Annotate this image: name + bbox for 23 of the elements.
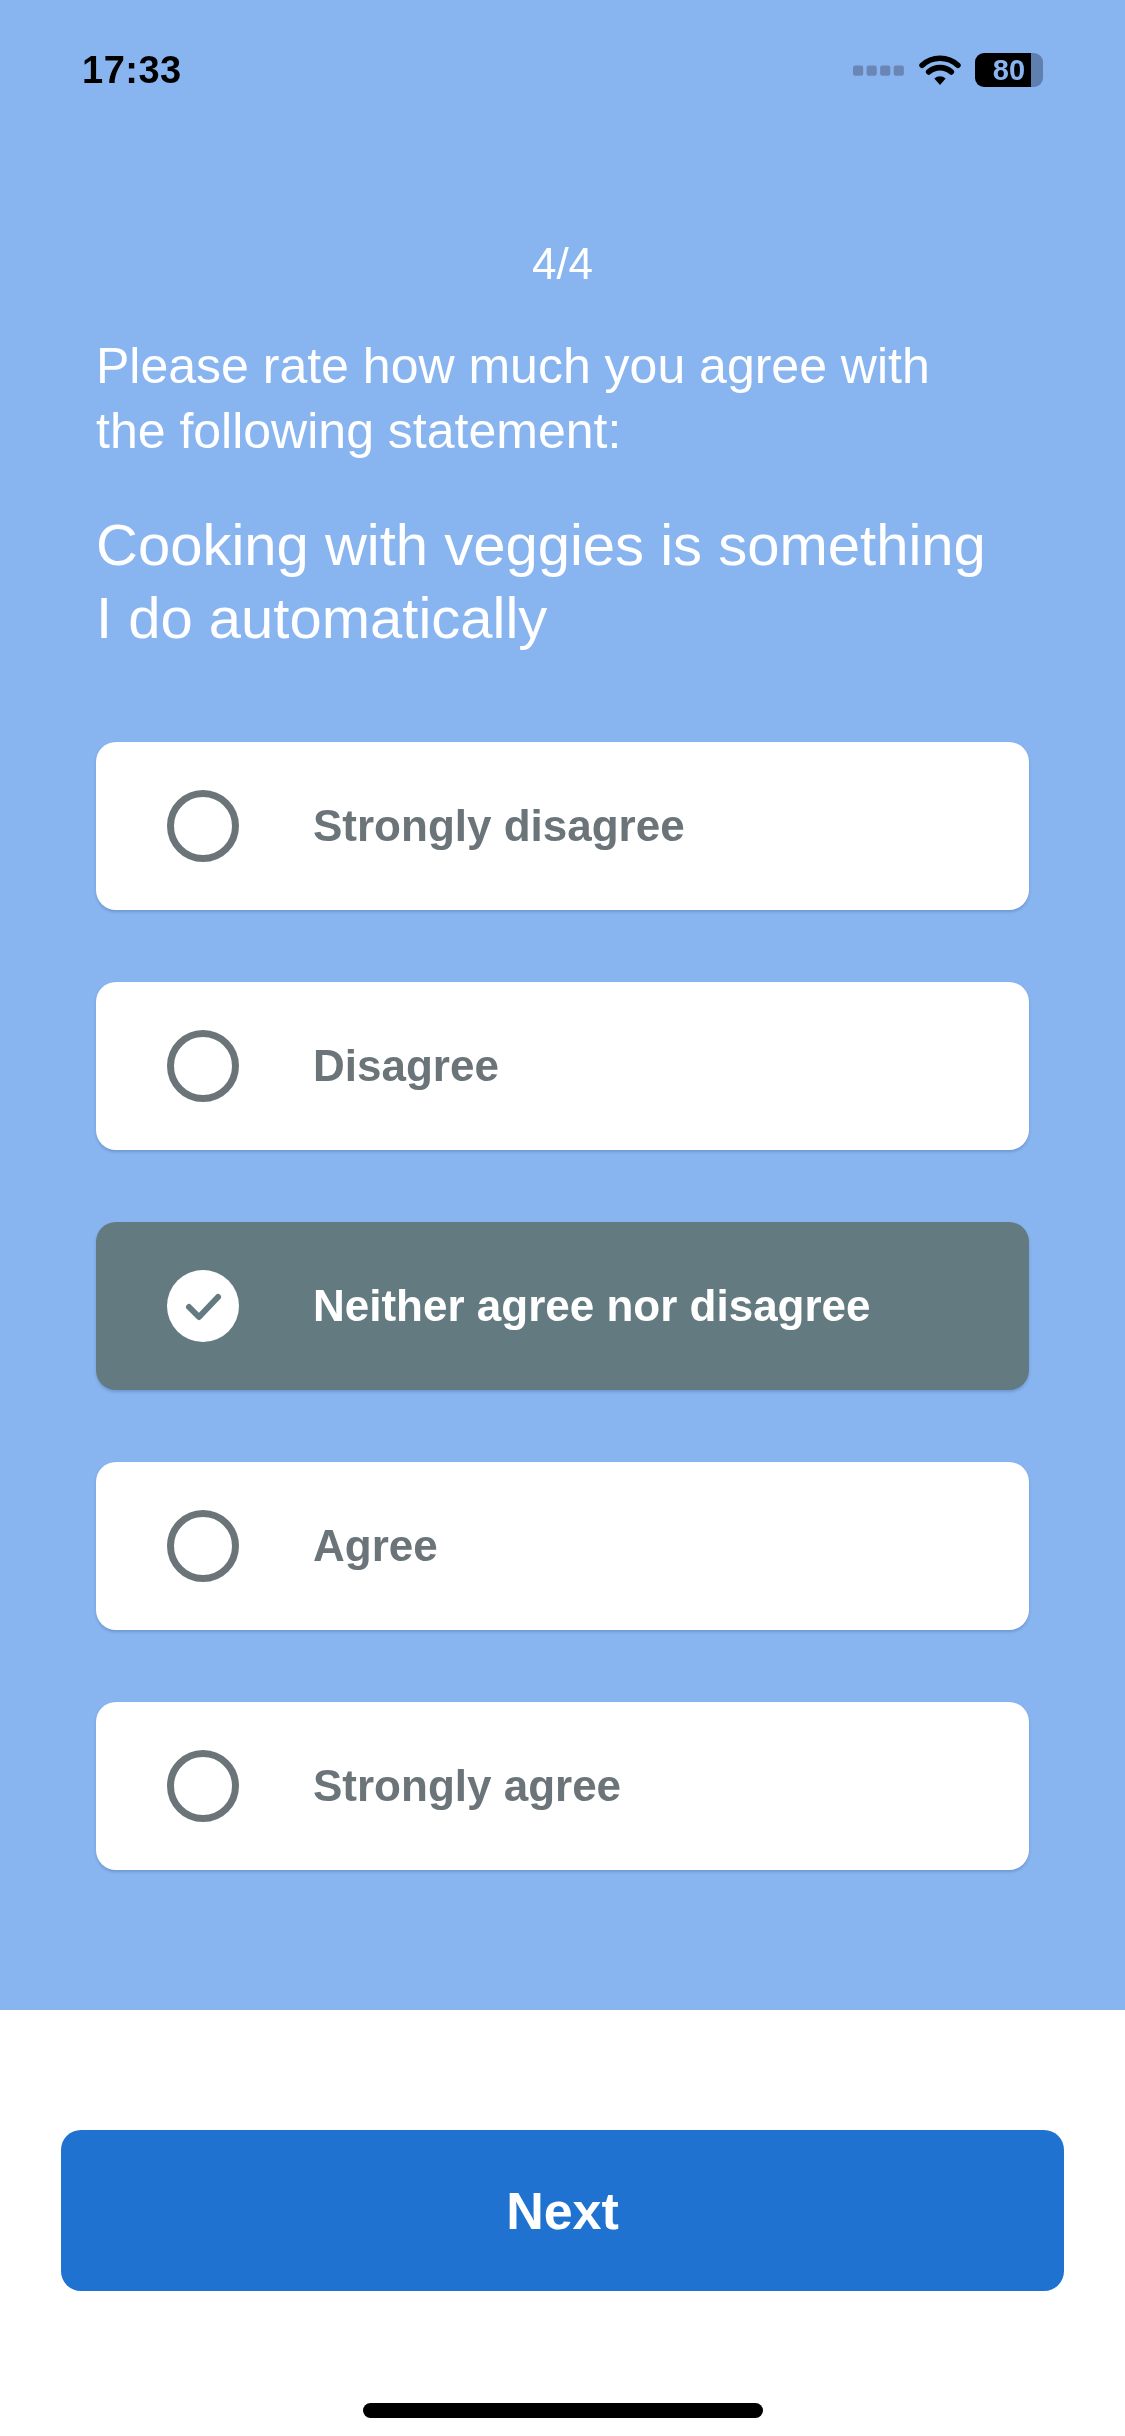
radio-icon (167, 1030, 239, 1102)
option-label: Disagree (313, 1041, 499, 1091)
progress-counter: 4/4 (530, 238, 595, 290)
option-label: Neither agree nor disagree (313, 1281, 871, 1331)
battery-percentage: 80 (992, 55, 1026, 85)
checked-radio-icon (167, 1270, 239, 1342)
answer-option[interactable]: Agree (96, 1462, 1029, 1630)
status-time: 17:33 (82, 48, 182, 92)
option-label: Agree (313, 1521, 438, 1571)
answer-option[interactable]: Neither agree nor disagree (96, 1222, 1029, 1390)
answer-option[interactable]: Disagree (96, 982, 1029, 1150)
option-label: Strongly disagree (313, 801, 685, 851)
radio-icon (167, 1510, 239, 1582)
radio-icon (167, 790, 239, 862)
answer-option[interactable]: Strongly disagree (96, 742, 1029, 910)
answer-option[interactable]: Strongly agree (96, 1702, 1029, 1870)
wifi-icon (919, 54, 961, 86)
signal-icon (853, 63, 905, 77)
radio-icon (167, 1750, 239, 1822)
question-prompt: Please rate how much you agree with the following statement: (96, 337, 931, 461)
option-label: Strongly agree (313, 1761, 622, 1811)
question-statement: Cooking with veggies is something I do automatically (96, 511, 987, 652)
next-button[interactable]: Next (61, 2130, 1064, 2291)
